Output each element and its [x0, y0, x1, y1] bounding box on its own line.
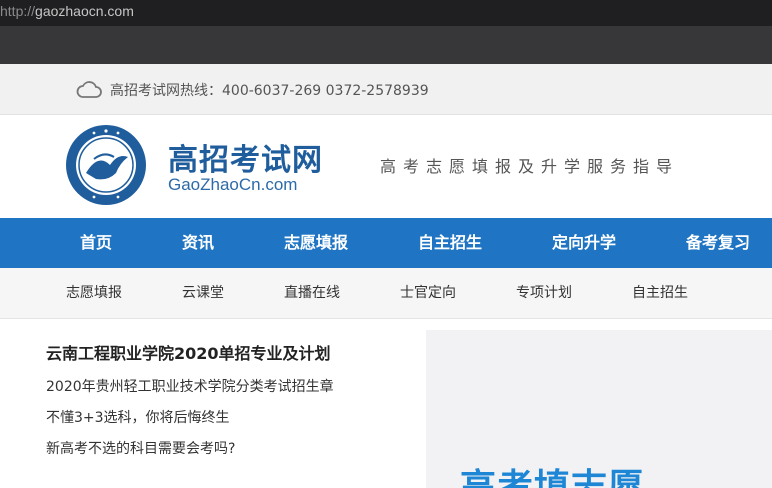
nav-directed-admission[interactable]: 定向升学	[552, 218, 616, 268]
nav-home[interactable]: 首页	[80, 218, 112, 268]
url-text[interactable]: http://gaozhaocn.com	[0, 3, 134, 19]
brand-name[interactable]: 高招考试网	[168, 135, 323, 179]
sub-nav: 志愿填报 云课堂 直播在线 士官定向 专项计划 自主招生	[0, 268, 772, 319]
brand-domain: GaoZhaoCn.com	[168, 175, 298, 194]
promo-banner[interactable]: 高考填志愿	[426, 330, 772, 488]
subnav-nco-directed[interactable]: 士官定向	[400, 268, 456, 318]
nav-news[interactable]: 资讯	[182, 218, 214, 268]
url-host: gaozhaocn.com	[35, 3, 134, 19]
site-header: 高招考试网 GaoZhaoCn.com 高考志愿填报及升学服务指导	[0, 115, 772, 218]
subnav-live[interactable]: 直播在线	[284, 268, 340, 318]
banner-headline: 高考填志愿	[460, 467, 646, 488]
headline-link[interactable]: 云南工程职业学院2020单招专业及计划	[46, 340, 331, 364]
nav-exam-review[interactable]: 备考复习	[686, 218, 750, 268]
browser-address-bar[interactable]: http://gaozhaocn.com	[0, 0, 772, 26]
nav-independent-admission[interactable]: 自主招生	[418, 218, 482, 268]
hotline-text: 高招考试网热线：400-6037-269 0372-2578939	[110, 83, 429, 99]
subnav-independent-admission[interactable]: 自主招生	[632, 268, 688, 318]
news-link[interactable]: 新高考不选的科目需要会考吗?	[46, 438, 235, 458]
news-link[interactable]: 不懂3+3选科，你将后悔终生	[46, 407, 230, 427]
site-slogan: 高考志愿填报及升学服务指导	[380, 157, 680, 176]
nav-application[interactable]: 志愿填报	[284, 218, 348, 268]
cloud-icon	[76, 81, 102, 98]
url-scheme: http://	[0, 3, 36, 19]
subnav-cloud-class[interactable]: 云课堂	[182, 268, 224, 318]
browser-toolbar	[0, 26, 772, 64]
news-link[interactable]: 2020年贵州轻工职业技术学院分类考试招生章	[46, 376, 334, 396]
subnav-application[interactable]: 志愿填报	[66, 268, 122, 318]
subnav-special-plan[interactable]: 专项计划	[516, 268, 572, 318]
hotline-bar: 高招考试网热线：400-6037-269 0372-2578939	[0, 64, 772, 115]
site-logo-emblem[interactable]	[64, 123, 148, 207]
main-nav: 首页 资讯 志愿填报 自主招生 定向升学 备考复习	[0, 218, 772, 268]
